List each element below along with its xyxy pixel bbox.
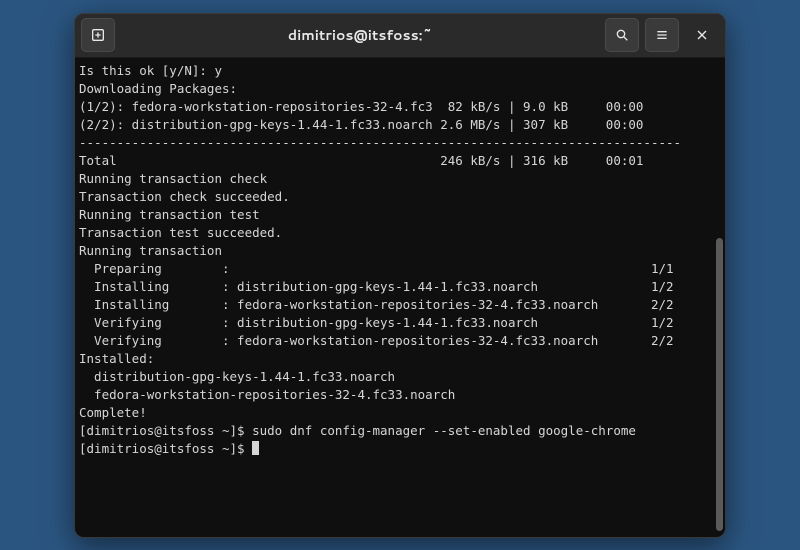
terminal-line: (2/2): distribution-gpg-keys-1.44-1.fc33… [79,116,711,134]
terminal-line: distribution-gpg-keys-1.44-1.fc33.noarch [79,368,711,386]
window-title: dimitrios@itsfoss:~ [121,25,599,45]
terminal-line: Transaction check succeeded. [79,188,711,206]
terminal-line: fedora-workstation-repositories-32-4.fc3… [79,386,711,404]
terminal-line: (1/2): fedora-workstation-repositories-3… [79,98,711,116]
terminal-cursor [252,441,259,455]
titlebar: dimitrios@itsfoss:~ [75,14,725,58]
terminal-line: Complete! [79,404,711,422]
terminal-line: Running transaction test [79,206,711,224]
terminal-line: ----------------------------------------… [79,134,711,152]
search-icon [614,27,630,43]
close-icon [694,27,710,43]
new-tab-icon [90,27,106,43]
scrollbar[interactable] [715,58,725,537]
terminal-line: Running transaction check [79,170,711,188]
terminal-line: Transaction test succeeded. [79,224,711,242]
terminal-line: Total 246 kB/s | 316 kB 00:01 [79,152,711,170]
new-tab-button[interactable] [81,18,115,52]
hamburger-icon [654,27,670,43]
menu-button[interactable] [645,18,679,52]
search-button[interactable] [605,18,639,52]
terminal-line: Installing : distribution-gpg-keys-1.44-… [79,278,711,296]
terminal-window: dimitrios@itsfoss:~ [74,13,726,538]
terminal-line: Is this ok [y/N]: y [79,62,711,80]
terminal-line: Downloading Packages: [79,80,711,98]
terminal-line: [dimitrios@itsfoss ~]$ sudo dnf config-m… [79,422,711,440]
terminal-line: Installed: [79,350,711,368]
terminal-output[interactable]: Is this ok [y/N]: yDownloading Packages:… [75,58,715,537]
terminal-line: [dimitrios@itsfoss ~]$ [79,440,711,458]
terminal-line: Installing : fedora-workstation-reposito… [79,296,711,314]
terminal-line: Verifying : distribution-gpg-keys-1.44-1… [79,314,711,332]
terminal-line: Verifying : fedora-workstation-repositor… [79,332,711,350]
terminal-line: Preparing : 1/1 [79,260,711,278]
titlebar-right [605,18,719,52]
terminal-body: Is this ok [y/N]: yDownloading Packages:… [75,58,725,537]
scroll-thumb[interactable] [716,238,723,531]
close-button[interactable] [685,18,719,52]
terminal-line: Running transaction [79,242,711,260]
